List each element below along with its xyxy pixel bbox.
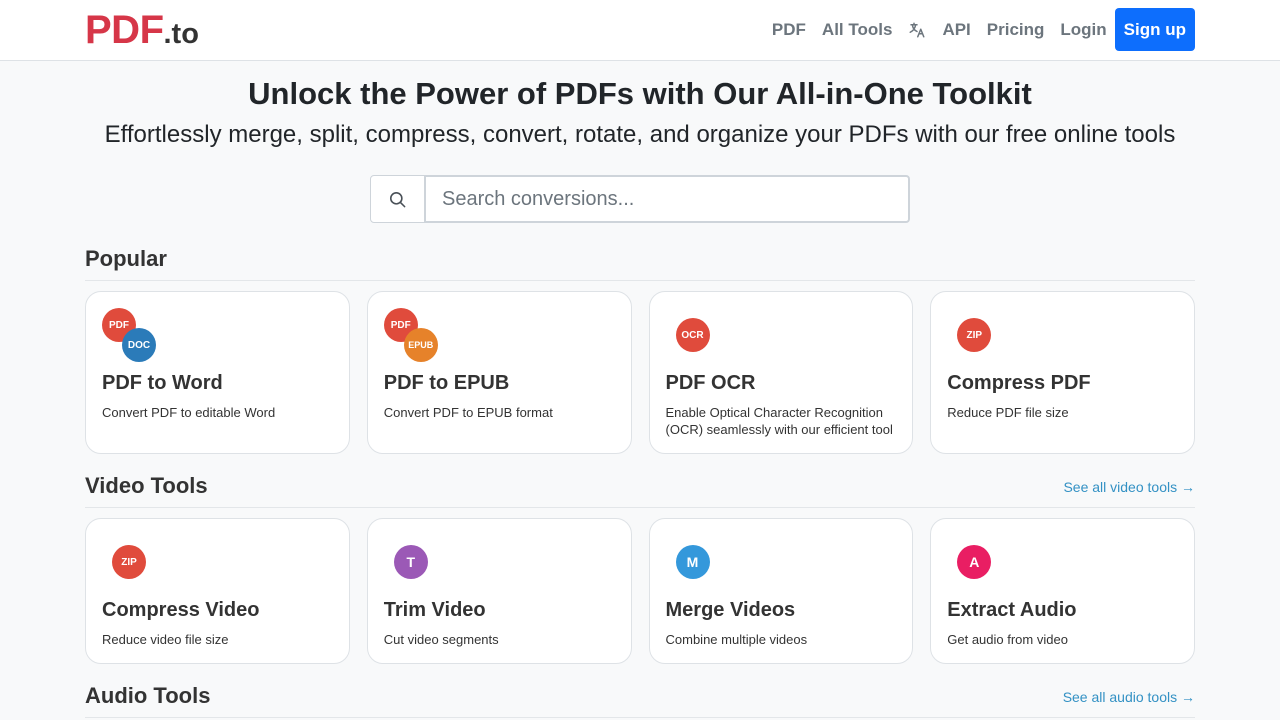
main-nav: PDF All Tools API Pricing Login Sign up	[764, 8, 1195, 51]
card-title: Merge Videos	[665, 599, 796, 621]
section-title: Video Tools	[85, 473, 208, 498]
zip-format-icon: ZIP	[112, 545, 146, 579]
card-description: Reduce PDF file size	[947, 405, 1069, 420]
top-navbar: PDF.to PDF All Tools API Pricing Login S…	[0, 0, 1280, 61]
nav-all-tools[interactable]: All Tools	[814, 20, 901, 40]
nav-pdf[interactable]: PDF	[764, 20, 814, 40]
logo-domain: .to	[163, 18, 199, 50]
trim-letter-icon: T	[393, 545, 428, 579]
tool-card-extract-audio[interactable]: A Extract Audio Get audio from video	[930, 518, 1195, 664]
video-section-header: Video Tools See all video tools →	[85, 469, 1195, 508]
card-description: Cut video segments	[383, 632, 499, 647]
card-description: Get audio from video	[947, 632, 1068, 647]
video-cards: ZIP Compress Video Reduce video file siz…	[85, 518, 1195, 664]
hero-subtitle: Effortlessly merge, split, compress, con…	[104, 121, 1176, 148]
tool-card-pdf-to-word[interactable]: PDF DOC PDF to Word Convert PDF to edita…	[85, 291, 350, 454]
nav-login[interactable]: Login	[1052, 20, 1114, 40]
tool-card-pdf-ocr[interactable]: OCR PDF OCR Enable Optical Character Rec…	[648, 291, 914, 454]
nav-api[interactable]: API	[934, 20, 978, 40]
card-description: Combine multiple videos	[665, 632, 808, 647]
logo-text: PDF	[85, 8, 164, 52]
zip-format-icon: ZIP	[957, 318, 992, 352]
epub-format-icon: EPUB	[403, 328, 438, 362]
site-logo[interactable]: PDF.to	[85, 8, 199, 53]
ocr-format-icon: OCR	[675, 318, 710, 352]
tool-card-trim-video[interactable]: T Trim Video Cut video segments	[366, 518, 632, 664]
see-all-audio-tools-link[interactable]: See all audio tools →	[1063, 689, 1195, 705]
card-description: Enable Optical Character Recognition (OC…	[665, 405, 893, 437]
audio-letter-icon: A	[957, 545, 992, 579]
card-title: Compress PDF	[947, 372, 1091, 394]
translate-icon[interactable]	[900, 21, 934, 39]
nav-pricing[interactable]: Pricing	[979, 20, 1053, 40]
tool-card-compress-video[interactable]: ZIP Compress Video Reduce video file siz…	[85, 518, 350, 664]
tool-card-pdf-to-epub[interactable]: PDF EPUB PDF to EPUB Convert PDF to EPUB…	[366, 291, 632, 454]
hero-title: Unlock the Power of PDFs with Our All-in…	[248, 76, 1032, 111]
card-description: Convert PDF to EPUB format	[383, 405, 553, 420]
audio-section-header: Audio Tools See all audio tools →	[85, 679, 1195, 718]
card-title: Compress Video	[102, 599, 260, 621]
card-title: PDF to EPUB	[383, 372, 510, 394]
card-title: PDF OCR	[665, 372, 756, 394]
popular-section-header: Popular	[85, 242, 1195, 281]
card-description: Convert PDF to editable Word	[102, 405, 276, 420]
search-icon[interactable]	[370, 175, 425, 223]
merge-letter-icon: M	[675, 545, 710, 579]
card-title: PDF to Word	[102, 372, 223, 394]
signup-button[interactable]: Sign up	[1114, 8, 1195, 51]
search-bar	[370, 175, 910, 223]
see-all-video-tools-link[interactable]: See all video tools →	[1063, 479, 1195, 495]
tool-card-compress-pdf[interactable]: ZIP Compress PDF Reduce PDF file size	[930, 291, 1195, 454]
doc-format-icon: DOC	[122, 328, 156, 362]
tool-card-merge-videos[interactable]: M Merge Videos Combine multiple videos	[648, 518, 914, 664]
card-title: Extract Audio	[947, 599, 1077, 621]
section-title: Audio Tools	[85, 683, 211, 708]
section-title: Popular	[85, 246, 167, 271]
search-input[interactable]	[425, 175, 910, 223]
card-description: Reduce video file size	[102, 632, 229, 647]
popular-cards: PDF DOC PDF to Word Convert PDF to edita…	[85, 291, 1195, 454]
card-title: Trim Video	[383, 599, 486, 621]
